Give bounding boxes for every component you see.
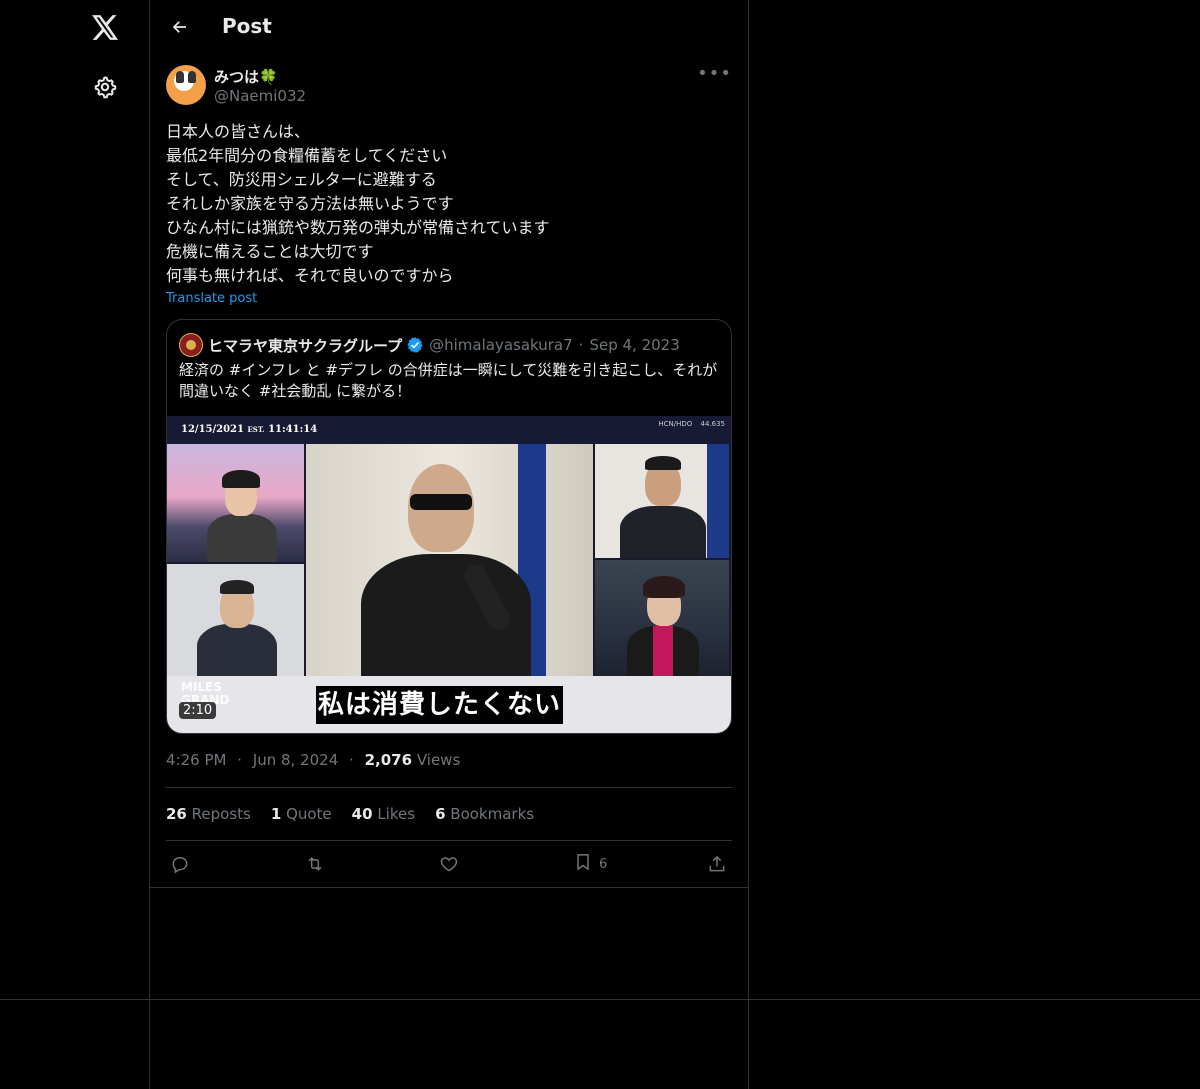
author-handle[interactable]: @Naemi032 bbox=[214, 87, 306, 105]
column-right-divider bbox=[748, 0, 749, 1089]
stat-label: Quote bbox=[286, 805, 332, 823]
video-panel-guest-2 bbox=[167, 564, 304, 676]
quoted-text: 経済の #インフレ と #デフレ の合併症は一瞬にして災難を引き起こし、それが間… bbox=[179, 361, 718, 400]
video-caption: 私は消費したくない bbox=[316, 686, 564, 724]
quoted-post-header: ヒマラヤ東京サクラグループ @himalayasakura7 · Sep 4, … bbox=[179, 333, 680, 357]
stat-likes[interactable]: 40 Likes bbox=[352, 805, 415, 823]
post-date[interactable]: Jun 8, 2024 bbox=[253, 751, 338, 769]
meta-divider bbox=[166, 787, 732, 788]
page-divider bbox=[0, 999, 1200, 1000]
quoted-post[interactable]: ヒマラヤ東京サクラグループ @himalayasakura7 · Sep 4, … bbox=[166, 319, 732, 734]
post-actions: 6 bbox=[166, 844, 732, 888]
video-panel-guest-1 bbox=[167, 444, 304, 562]
x-logo-icon[interactable] bbox=[86, 8, 124, 46]
page-title: Post bbox=[222, 14, 272, 38]
video-player[interactable]: 12/15/2021 EST. 11:41:14 HCN/HDO 44.635 bbox=[167, 416, 731, 733]
avatar-ear bbox=[176, 71, 184, 83]
stat-label: Reposts bbox=[191, 805, 251, 823]
guest-shirt bbox=[653, 626, 673, 676]
stat-count: 26 bbox=[166, 805, 187, 823]
bookmark-icon bbox=[573, 852, 593, 876]
quoted-display-name[interactable]: ヒマラヤ東京サクラグループ bbox=[208, 335, 402, 356]
stat-bookmarks[interactable]: 6 Bookmarks bbox=[435, 805, 534, 823]
post-header: Post bbox=[150, 0, 748, 54]
post-metadata: 4:26 PM · Jun 8, 2024 · 2,076 Views bbox=[166, 751, 460, 769]
bookmark-count: 6 bbox=[599, 856, 608, 872]
guest-hair bbox=[222, 470, 260, 488]
video-timestamp-tz: EST. bbox=[247, 425, 265, 434]
separator-dot: · bbox=[349, 751, 354, 769]
more-icon[interactable]: ••• bbox=[697, 65, 732, 83]
bookmark-button[interactable]: 6 bbox=[573, 844, 607, 884]
ticker-symbol: HCN/HDO bbox=[658, 420, 693, 428]
repost-icon[interactable] bbox=[304, 844, 326, 884]
guest-body bbox=[207, 514, 277, 562]
translate-post-link[interactable]: Translate post bbox=[166, 291, 257, 306]
quoted-date[interactable]: Sep 4, 2023 bbox=[589, 336, 679, 354]
video-panel-speaker bbox=[306, 444, 593, 676]
stats-divider bbox=[166, 840, 732, 841]
settings-gear-icon[interactable] bbox=[86, 68, 124, 106]
post-time[interactable]: 4:26 PM bbox=[166, 751, 226, 769]
guest-hair bbox=[645, 456, 681, 470]
video-duration: 2:10 bbox=[179, 702, 217, 719]
video-timestamp-time: 11:41:14 bbox=[268, 424, 318, 435]
avatar[interactable] bbox=[166, 65, 206, 105]
stat-label: Bookmarks bbox=[450, 805, 535, 823]
share-icon[interactable] bbox=[707, 844, 727, 884]
separator-dot: · bbox=[578, 336, 584, 354]
speaker-sunglasses bbox=[410, 494, 472, 510]
quoted-avatar[interactable] bbox=[179, 333, 203, 357]
video-top-bar: 12/15/2021 EST. 11:41:14 HCN/HDO 44.635 bbox=[167, 416, 731, 444]
ticker-value: 44.635 bbox=[700, 420, 726, 428]
avatar-ear bbox=[188, 71, 196, 83]
guest-body bbox=[620, 506, 706, 558]
video-timestamp-date: 12/15/2021 bbox=[181, 424, 244, 435]
post-text: 日本人の皆さんは、 最低2年間分の食糧備蓄をしてください そして、防災用シェルタ… bbox=[166, 122, 550, 285]
stat-count: 1 bbox=[270, 805, 282, 823]
reply-icon[interactable] bbox=[170, 844, 190, 884]
nav-divider bbox=[149, 0, 150, 1089]
back-arrow-icon[interactable] bbox=[166, 13, 194, 41]
video-panel-guest-3 bbox=[595, 444, 729, 558]
like-icon[interactable] bbox=[439, 844, 459, 884]
stat-count: 40 bbox=[351, 805, 373, 823]
stat-reposts[interactable]: 26 Reposts bbox=[166, 805, 251, 823]
stat-label: Likes bbox=[377, 805, 416, 823]
quoted-handle[interactable]: @himalayasakura7 bbox=[429, 336, 573, 354]
separator-dot: · bbox=[237, 751, 243, 769]
post-stats: 26 Reposts 1 Quote 40 Likes 6 Bookmarks bbox=[166, 805, 534, 823]
guest-hair bbox=[220, 580, 254, 594]
views-label: Views bbox=[416, 751, 461, 769]
guest-body bbox=[197, 624, 277, 676]
eu-flag bbox=[707, 444, 729, 558]
stat-quotes[interactable]: 1 Quote bbox=[271, 805, 332, 823]
guest-hair bbox=[643, 576, 685, 598]
author-display-name[interactable]: みつは🍀 bbox=[214, 66, 278, 87]
video-ticker: HCN/HDO 44.635 bbox=[658, 420, 725, 428]
views-count: 2,076 bbox=[364, 751, 413, 769]
video-panel-guest-4 bbox=[595, 560, 729, 676]
verified-badge-icon bbox=[406, 336, 424, 354]
stat-count: 6 bbox=[435, 805, 446, 823]
video-timestamp: 12/15/2021 EST. 11:41:14 bbox=[181, 424, 317, 435]
